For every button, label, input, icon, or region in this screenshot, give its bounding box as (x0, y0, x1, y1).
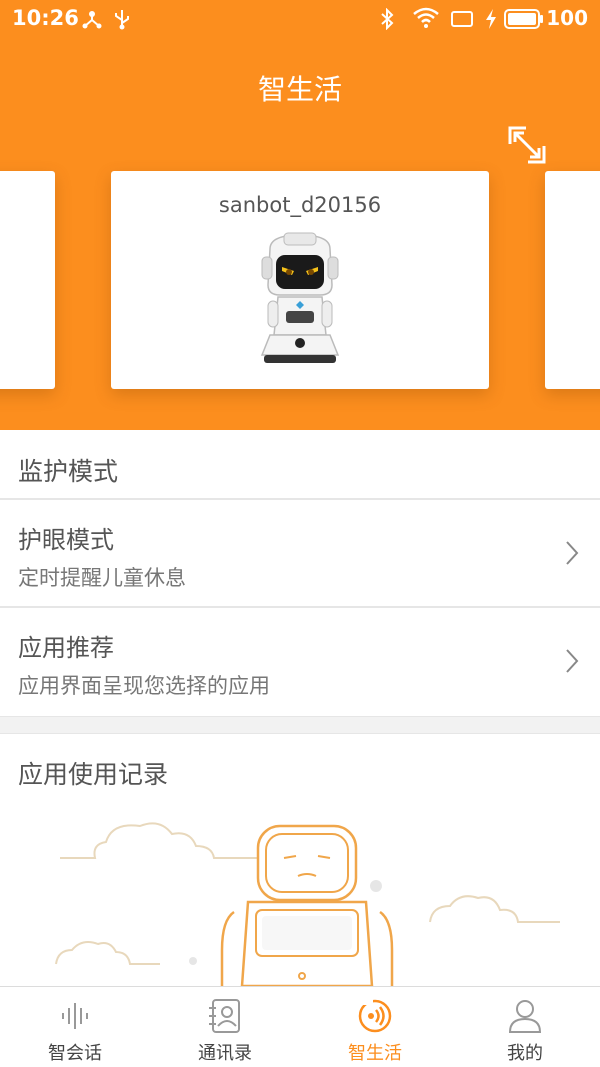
chevron-right-icon (566, 649, 579, 673)
usb-share-icon (82, 11, 102, 29)
expand-icon[interactable] (506, 124, 548, 166)
row-app-recommend[interactable]: 应用推荐 应用界面呈现您选择的应用 (0, 608, 600, 714)
usb-icon (115, 10, 129, 30)
row-title: 护眼模式 (18, 526, 114, 554)
tab-contacts[interactable]: 通讯录 (150, 987, 300, 1067)
battery-level: 100 (546, 6, 588, 30)
bottom-tab-bar: 智会话 通讯录 智生活 我的 (0, 986, 600, 1067)
tab-label: 智会话 (48, 1043, 102, 1064)
profile-icon (508, 1000, 542, 1033)
chevron-right-icon (566, 541, 579, 565)
section-gap (0, 716, 600, 734)
tab-profile[interactable]: 我的 (450, 987, 600, 1067)
carousel-card-previous[interactable] (0, 171, 55, 389)
smart-life-icon (358, 999, 392, 1033)
row-subtitle: 应用界面呈现您选择的应用 (18, 674, 270, 698)
row-subtitle: 定时提醒儿童休息 (18, 566, 186, 590)
header: 智生活 sanbot_d20156 (0, 38, 600, 430)
monitor-section: 监护模式 护眼模式 定时提醒儿童休息 应用推荐 应用界面呈现您选择的应用 (0, 430, 600, 716)
charging-icon (486, 9, 496, 29)
status-time: 10:26 (12, 6, 79, 30)
voice-wave-icon (62, 1003, 88, 1029)
device-name: sanbot_d20156 (218, 193, 382, 217)
screen-icon (451, 11, 473, 27)
empty-state-illustration (55, 822, 560, 986)
tab-label: 智生活 (348, 1043, 402, 1064)
section-title: 监护模式 (18, 457, 119, 486)
tab-label: 通讯录 (198, 1043, 252, 1064)
battery-icon (504, 9, 543, 29)
status-bar: 10:26 100 (0, 0, 600, 38)
contacts-icon (209, 999, 240, 1033)
row-eye-protection[interactable]: 护眼模式 定时提醒儿童休息 (0, 500, 600, 606)
tab-smart-chat[interactable]: 智会话 (0, 987, 150, 1067)
robot-image (260, 232, 340, 363)
wifi-icon (413, 7, 439, 28)
carousel-card-next[interactable] (545, 171, 600, 389)
page-title: 智生活 (257, 73, 342, 106)
carousel-card-active[interactable]: sanbot_d20156 (111, 171, 489, 389)
section-title: 应用使用记录 (18, 760, 169, 789)
tab-smart-life[interactable]: 智生活 (300, 987, 450, 1067)
tab-label: 我的 (507, 1043, 543, 1064)
row-title: 应用推荐 (18, 634, 114, 662)
bluetooth-icon (381, 8, 394, 30)
